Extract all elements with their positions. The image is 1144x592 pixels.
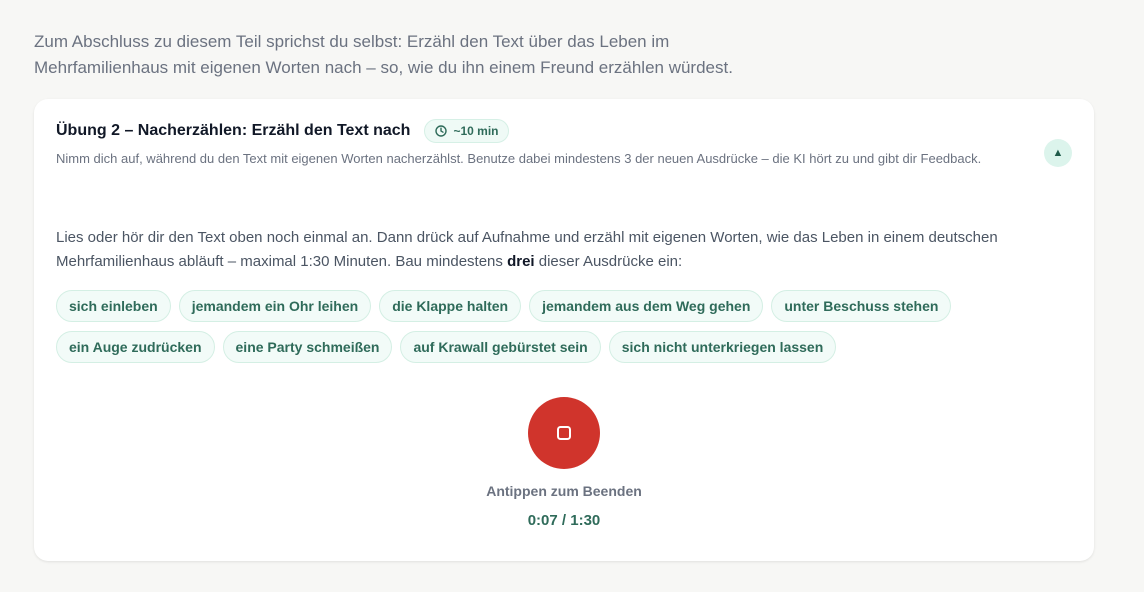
recorder: Antippen zum Beenden 0:07 / 1:30	[34, 397, 1094, 529]
exercise-subtitle: Nimm dich auf, während du den Text mit e…	[56, 151, 982, 166]
expression-chip[interactable]: jemandem ein Ohr leihen	[178, 290, 372, 322]
duration-label: ~10 min	[453, 124, 499, 138]
duration-badge: ~10 min	[424, 119, 510, 143]
expression-chip[interactable]: ein Auge zudrücken	[56, 331, 215, 363]
expression-chip[interactable]: eine Party schmeißen	[222, 331, 393, 363]
timer-elapsed: 0:07	[527, 512, 558, 529]
intro-text: Zum Abschluss zu diesem Teil sprichst du…	[34, 29, 834, 81]
expression-chip[interactable]: jemandem aus dem Weg gehen	[529, 290, 764, 322]
instruction-text: Lies oder hör dir den Text oben noch ein…	[56, 226, 1066, 274]
expression-chip[interactable]: sich nicht unterkriegen lassen	[608, 331, 837, 363]
chevron-up-icon: ▲	[1052, 147, 1064, 159]
stop-recording-button[interactable]	[528, 397, 600, 469]
exercise-title: Übung 2 – Nacherzählen: Erzähl den Text …	[56, 122, 411, 139]
title-row: Übung 2 – Nacherzählen: Erzähl den Text …	[56, 119, 1016, 143]
expression-chip[interactable]: unter Beschuss stehen	[771, 290, 952, 322]
recorder-hint: Antippen zum Beenden	[486, 483, 642, 499]
expression-chip[interactable]: sich einleben	[56, 290, 171, 322]
exercise-header: Übung 2 – Nacherzählen: Erzähl den Text …	[56, 119, 1016, 169]
exercise-card: Übung 2 – Nacherzählen: Erzähl den Text …	[34, 99, 1094, 561]
recording-timer: 0:07 / 1:30	[528, 512, 601, 529]
collapse-button[interactable]: ▲	[1044, 139, 1072, 167]
instruction-bold: drei	[507, 253, 535, 270]
timer-separator: /	[557, 512, 571, 529]
expression-chips: sich einleben jemandem ein Ohr leihen di…	[56, 290, 1066, 363]
intro-line-1: Zum Abschluss zu diesem Teil sprichst du…	[34, 32, 670, 51]
intro-line-2: Mehrfamilienhaus mit eigenen Worten nach…	[34, 58, 733, 77]
stop-icon	[557, 426, 571, 440]
expression-chip[interactable]: auf Krawall gebürstet sein	[400, 331, 601, 363]
timer-limit: 1:30	[570, 512, 601, 529]
clock-icon	[435, 125, 448, 137]
expression-chip[interactable]: die Klappe halten	[379, 290, 522, 322]
instruction-after: dieser Ausdrücke ein:	[534, 253, 683, 270]
